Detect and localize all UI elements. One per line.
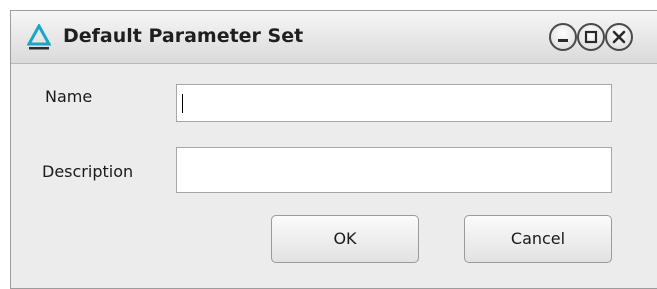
- minimize-icon: [558, 39, 568, 42]
- window-title: Default Parameter Set: [63, 25, 304, 47]
- close-icon: [612, 30, 626, 44]
- maximize-icon: [584, 30, 598, 44]
- name-input[interactable]: [176, 84, 612, 122]
- dialog-window: Default Parameter Set Name Description O…: [10, 10, 657, 289]
- app-logo-icon: [26, 22, 52, 50]
- description-label: Description: [42, 162, 134, 181]
- description-input[interactable]: [176, 147, 612, 193]
- text-caret: [182, 94, 183, 113]
- name-label: Name: [45, 87, 93, 106]
- close-button[interactable]: [605, 23, 633, 51]
- minimize-button[interactable]: [549, 23, 577, 51]
- title-bar[interactable]: Default Parameter Set: [11, 11, 657, 64]
- maximize-button[interactable]: [577, 23, 605, 51]
- ok-button[interactable]: OK: [271, 215, 419, 263]
- cancel-button[interactable]: Cancel: [464, 215, 612, 263]
